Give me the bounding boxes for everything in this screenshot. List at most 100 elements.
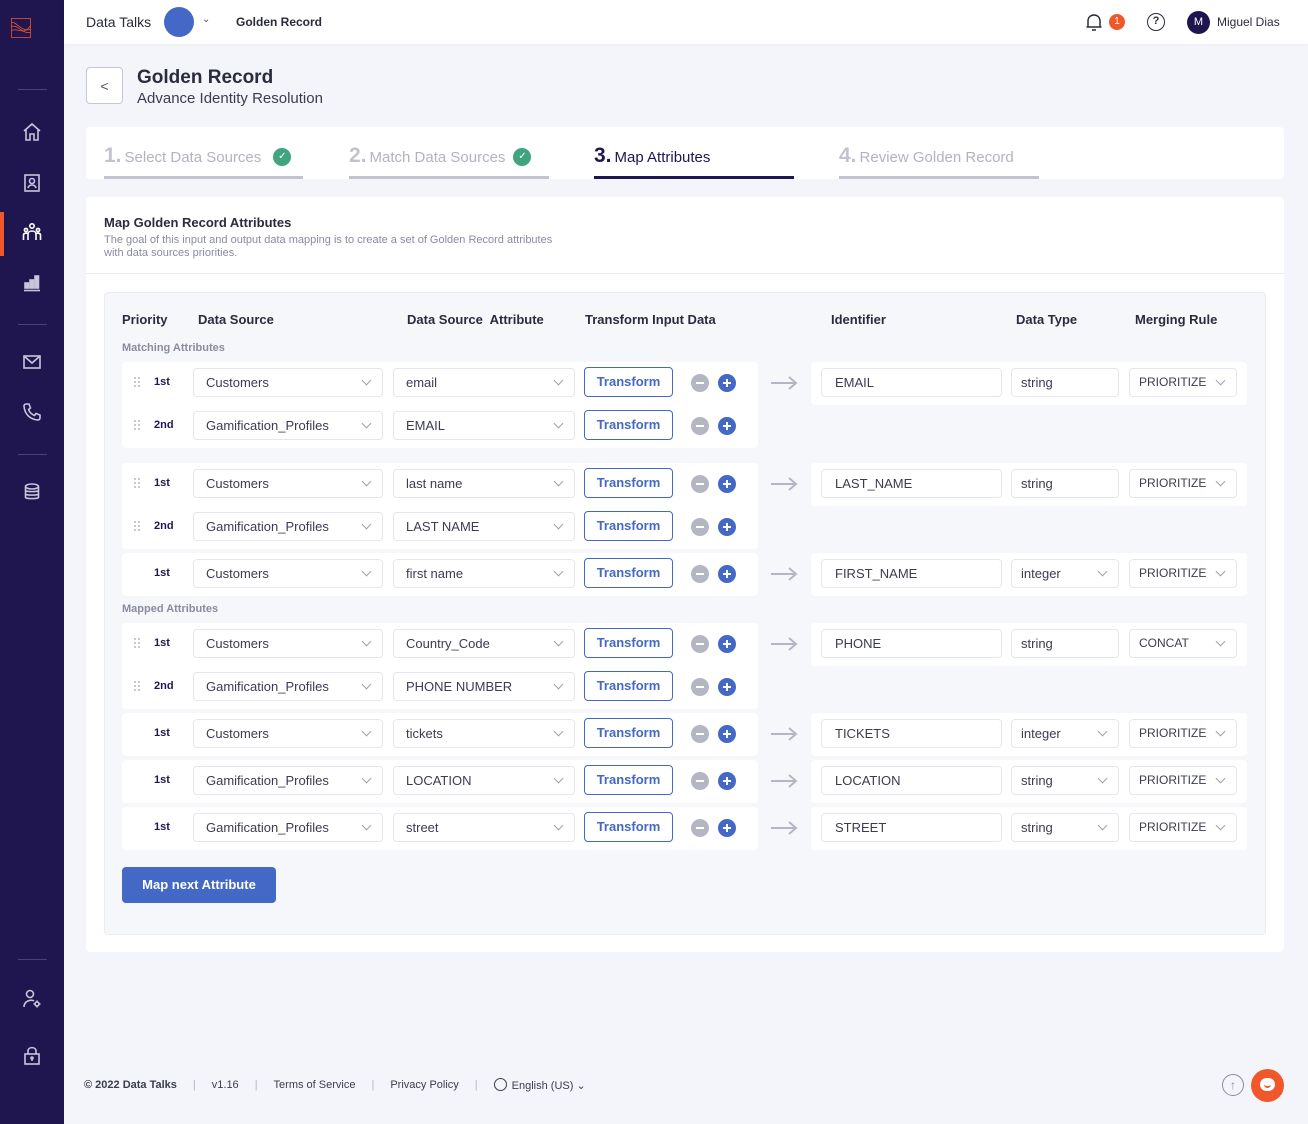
identifier-input[interactable]: LAST_NAME: [821, 469, 1002, 498]
attribute-select[interactable]: tickets: [393, 719, 575, 748]
attribute-select[interactable]: email: [393, 368, 575, 397]
user-name[interactable]: Miguel Dias: [1217, 15, 1280, 29]
drag-handle-icon[interactable]: [134, 681, 142, 693]
data-source-select[interactable]: Customers: [193, 719, 383, 748]
scroll-to-top-button[interactable]: ↑: [1222, 1074, 1244, 1096]
identifier-input[interactable]: PHONE: [821, 629, 1002, 658]
back-button[interactable]: <: [86, 67, 123, 104]
transform-button[interactable]: Transform: [584, 410, 673, 440]
sidebar-item-audiences[interactable]: [0, 212, 64, 256]
drag-handle-icon[interactable]: [134, 420, 142, 432]
identifier-input[interactable]: LOCATION: [821, 766, 1002, 795]
bell-icon[interactable]: [1084, 12, 1104, 32]
app-logo[interactable]: [11, 18, 53, 60]
add-source-icon[interactable]: [718, 374, 736, 392]
remove-source-icon[interactable]: [691, 678, 709, 696]
transform-button[interactable]: Transform: [584, 367, 673, 397]
drag-handle-icon[interactable]: [134, 638, 142, 650]
identifier-input[interactable]: STREET: [821, 813, 1002, 842]
add-source-icon[interactable]: [718, 725, 736, 743]
step-review-golden-record[interactable]: 4. Review Golden Record: [839, 144, 1039, 179]
transform-button[interactable]: Transform: [584, 511, 673, 541]
identifier-input[interactable]: TICKETS: [821, 719, 1002, 748]
attribute-select[interactable]: last name: [393, 469, 575, 498]
merging-rule-select[interactable]: CONCAT: [1129, 629, 1237, 658]
add-source-icon[interactable]: [718, 565, 736, 583]
transform-button[interactable]: Transform: [584, 671, 673, 701]
remove-source-icon[interactable]: [691, 475, 709, 493]
data-type-select[interactable]: string: [1011, 766, 1119, 795]
merging-rule-select[interactable]: PRIORITIZE: [1129, 469, 1237, 498]
sidebar-item-home[interactable]: [0, 112, 64, 152]
remove-source-icon[interactable]: [691, 819, 709, 837]
data-source-select[interactable]: Gamification_Profiles: [193, 766, 383, 795]
user-avatar[interactable]: M: [1187, 11, 1210, 34]
merging-rule-select[interactable]: PRIORITIZE: [1129, 559, 1237, 588]
data-type-select[interactable]: string: [1011, 368, 1119, 397]
merging-rule-select[interactable]: PRIORITIZE: [1129, 719, 1237, 748]
drag-handle-icon[interactable]: [134, 478, 142, 490]
data-source-select[interactable]: Customers: [193, 368, 383, 397]
merging-rule-select[interactable]: PRIORITIZE: [1129, 813, 1237, 842]
data-source-select[interactable]: Customers: [193, 469, 383, 498]
map-next-attribute-button[interactable]: Map next Attribute: [122, 867, 276, 903]
privacy-link[interactable]: Privacy Policy: [390, 1079, 458, 1091]
merging-rule-select[interactable]: PRIORITIZE: [1129, 368, 1237, 397]
sidebar-item-contacts[interactable]: [0, 163, 64, 203]
identifier-input[interactable]: EMAIL: [821, 368, 1002, 397]
add-source-icon[interactable]: [718, 819, 736, 837]
step-select-data-sources[interactable]: 1. Select Data Sources ✓: [104, 144, 303, 179]
remove-source-icon[interactable]: [691, 772, 709, 790]
add-source-icon[interactable]: [718, 678, 736, 696]
attribute-select[interactable]: first name: [393, 559, 575, 588]
attribute-select[interactable]: LOCATION: [393, 766, 575, 795]
identifier-input[interactable]: FIRST_NAME: [821, 559, 1002, 588]
attribute-select[interactable]: EMAIL: [393, 411, 575, 440]
data-type-select[interactable]: string: [1011, 469, 1119, 498]
attribute-select[interactable]: PHONE NUMBER: [393, 672, 575, 701]
attribute-select[interactable]: street: [393, 813, 575, 842]
data-type-select[interactable]: integer: [1011, 719, 1119, 748]
data-type-select[interactable]: string: [1011, 629, 1119, 658]
remove-source-icon[interactable]: [691, 417, 709, 435]
data-source-select[interactable]: Customers: [193, 559, 383, 588]
remove-source-icon[interactable]: [691, 565, 709, 583]
chat-support-button[interactable]: [1251, 1069, 1284, 1102]
chevron-down-icon[interactable]: ⌄: [202, 14, 210, 25]
sidebar-item-user-settings[interactable]: [0, 979, 64, 1019]
data-source-select[interactable]: Gamification_Profiles: [193, 512, 383, 541]
add-source-icon[interactable]: [718, 518, 736, 536]
add-source-icon[interactable]: [718, 417, 736, 435]
transform-button[interactable]: Transform: [584, 718, 673, 748]
add-source-icon[interactable]: [718, 475, 736, 493]
drag-handle-icon[interactable]: [134, 377, 142, 389]
remove-source-icon[interactable]: [691, 635, 709, 653]
transform-button[interactable]: Transform: [584, 765, 673, 795]
breadcrumb[interactable]: Golden Record: [236, 15, 322, 29]
sidebar-item-email[interactable]: [0, 342, 64, 382]
data-type-select[interactable]: string: [1011, 813, 1119, 842]
transform-button[interactable]: Transform: [584, 558, 673, 588]
remove-source-icon[interactable]: [691, 518, 709, 536]
data-source-select[interactable]: Gamification_Profiles: [193, 813, 383, 842]
attribute-select[interactable]: Country_Code: [393, 629, 575, 658]
remove-source-icon[interactable]: [691, 725, 709, 743]
help-icon[interactable]: ?: [1147, 13, 1165, 31]
terms-link[interactable]: Terms of Service: [274, 1079, 356, 1091]
merging-rule-select[interactable]: PRIORITIZE: [1129, 766, 1237, 795]
sidebar-item-phone[interactable]: [0, 392, 64, 432]
sidebar-item-security[interactable]: [0, 1035, 64, 1075]
data-source-select[interactable]: Gamification_Profiles: [193, 411, 383, 440]
data-source-select[interactable]: Customers: [193, 629, 383, 658]
workspace-avatar[interactable]: [164, 7, 194, 37]
add-source-icon[interactable]: [718, 635, 736, 653]
sidebar-item-analytics[interactable]: [0, 262, 64, 302]
language-selector[interactable]: English (US) ⌄: [493, 1078, 586, 1092]
data-type-select[interactable]: integer: [1011, 559, 1119, 588]
step-map-attributes[interactable]: 3. Map Attributes: [594, 144, 794, 179]
workspace-name[interactable]: Data Talks: [86, 14, 151, 30]
transform-button[interactable]: Transform: [584, 812, 673, 842]
attribute-select[interactable]: LAST NAME: [393, 512, 575, 541]
drag-handle-icon[interactable]: [134, 521, 142, 533]
sidebar-item-database[interactable]: [0, 472, 64, 512]
